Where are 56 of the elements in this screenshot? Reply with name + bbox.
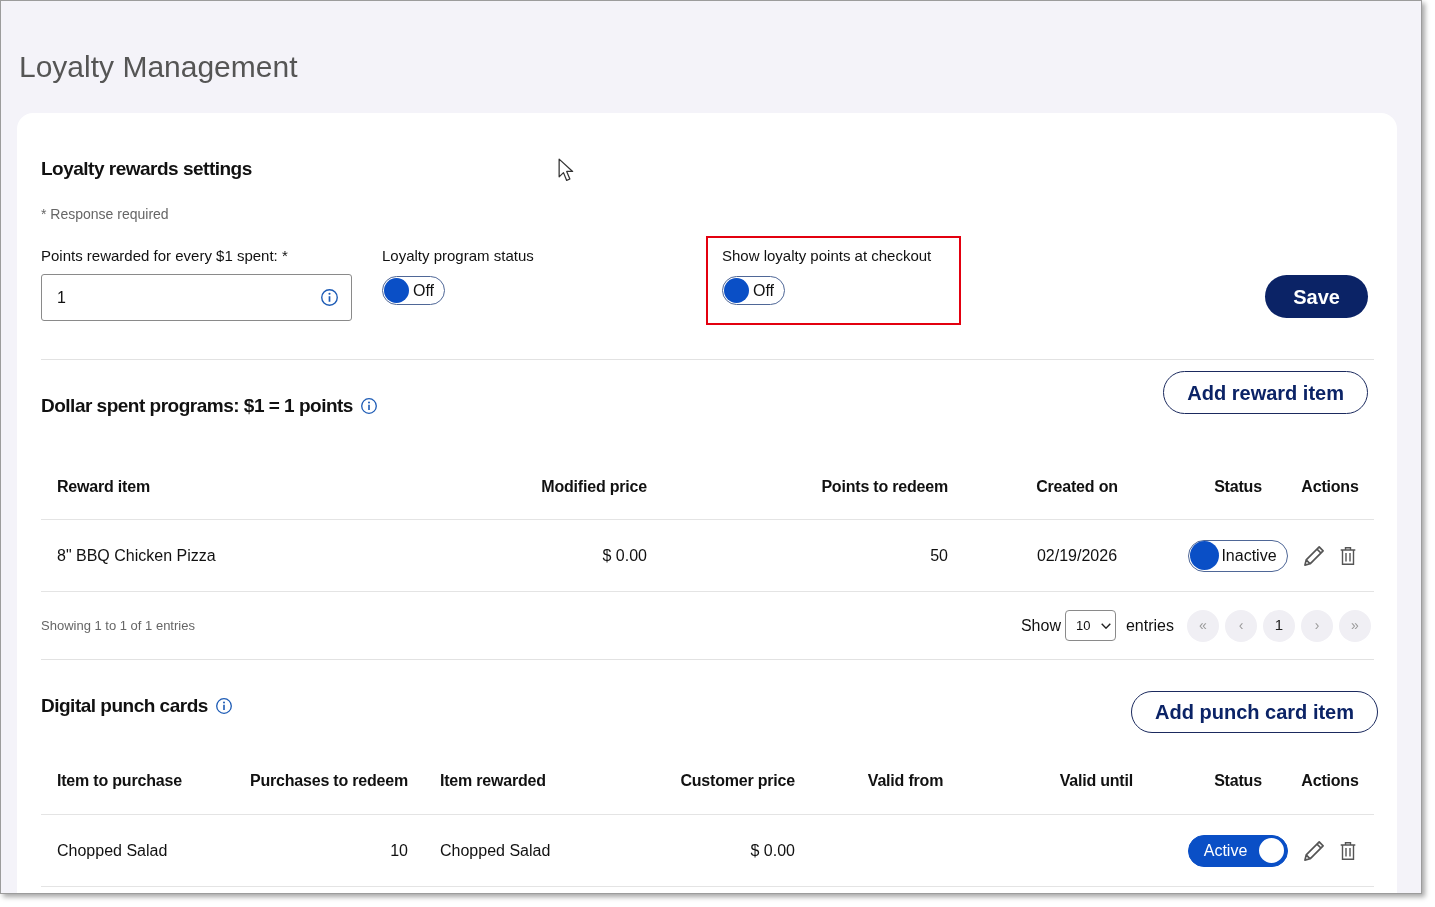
column-header: Points to redeem (821, 476, 948, 497)
column-header: Reward item (57, 476, 150, 497)
add-item-button[interactable]: Add punch card item (1131, 691, 1378, 733)
trash-icon[interactable] (1340, 841, 1356, 860)
toggle-switch[interactable]: Off (382, 276, 446, 305)
entries-summary: Showing 1 to 1 of 1 entries (41, 616, 195, 635)
table-cell-text: $ 0.00 (602, 545, 647, 566)
table-cell-text: Chopped Salad (440, 840, 551, 861)
column-header: Valid until (1059, 771, 1133, 791)
table-cell-text: $ 0.00 (750, 840, 795, 861)
points-input[interactable]: 1 (41, 274, 352, 321)
chevron-down-icon (1100, 622, 1111, 629)
field-label: Loyalty program status (382, 246, 534, 266)
toggle-knob-icon (384, 278, 409, 303)
column-header: Customer price (680, 771, 795, 791)
toggle-knob-icon (724, 278, 749, 303)
table-cell-text: Chopped Salad (57, 840, 168, 861)
column-header: Item rewarded (440, 771, 546, 791)
page-size-select[interactable]: 10 (1064, 610, 1116, 641)
add-item-button[interactable]: Add reward item (1163, 371, 1368, 414)
column-header: Status (1214, 476, 1262, 497)
pencil-icon[interactable] (1304, 840, 1324, 861)
field-label: Show loyalty points at checkout (722, 246, 932, 266)
toggle-switch[interactable]: Off (722, 276, 786, 305)
show-label: Show (1020, 615, 1061, 636)
trash-icon[interactable] (1340, 546, 1356, 565)
column-header: Actions (1301, 476, 1359, 497)
column-header: Item to purchase (57, 771, 182, 791)
toggle-switch[interactable]: Active (1187, 834, 1289, 867)
info-icon[interactable] (360, 398, 377, 414)
pagination-button[interactable]: 1 (1263, 609, 1295, 642)
section-heading: Digital punch cards (41, 694, 208, 718)
toggle-switch[interactable]: Inactive (1188, 539, 1288, 572)
pencil-icon[interactable] (1304, 545, 1324, 566)
column-header: Valid from (867, 771, 944, 791)
section-heading: Dollar spent programs: $1 = 1 points (41, 394, 353, 418)
column-header: Actions (1301, 771, 1359, 791)
save-button[interactable]: Save (1265, 275, 1368, 318)
table-cell-text: 02/19/2026 (1036, 545, 1118, 566)
page-title: Loyalty Management (19, 49, 298, 85)
entries-label: entries (1125, 615, 1174, 636)
table-cell-text: 50 (930, 545, 948, 566)
table-cell-text: 8" BBQ Chicken Pizza (57, 545, 216, 566)
info-icon[interactable] (215, 698, 232, 714)
column-header: Created on (1036, 476, 1118, 497)
column-header: Modified price (541, 476, 647, 497)
field-label: Points rewarded for every $1 spent: * (41, 246, 288, 266)
column-header: Purchases to redeem (249, 771, 408, 791)
table-cell-text: 10 (390, 840, 408, 861)
cursor-icon (558, 158, 574, 182)
section-heading: Loyalty rewards settings (41, 157, 252, 181)
required-note: * Response required (41, 205, 169, 224)
toggle-knob-icon (1257, 836, 1287, 865)
column-header: Status (1214, 771, 1262, 791)
info-icon[interactable] (321, 289, 338, 306)
toggle-knob-icon (1190, 541, 1220, 570)
